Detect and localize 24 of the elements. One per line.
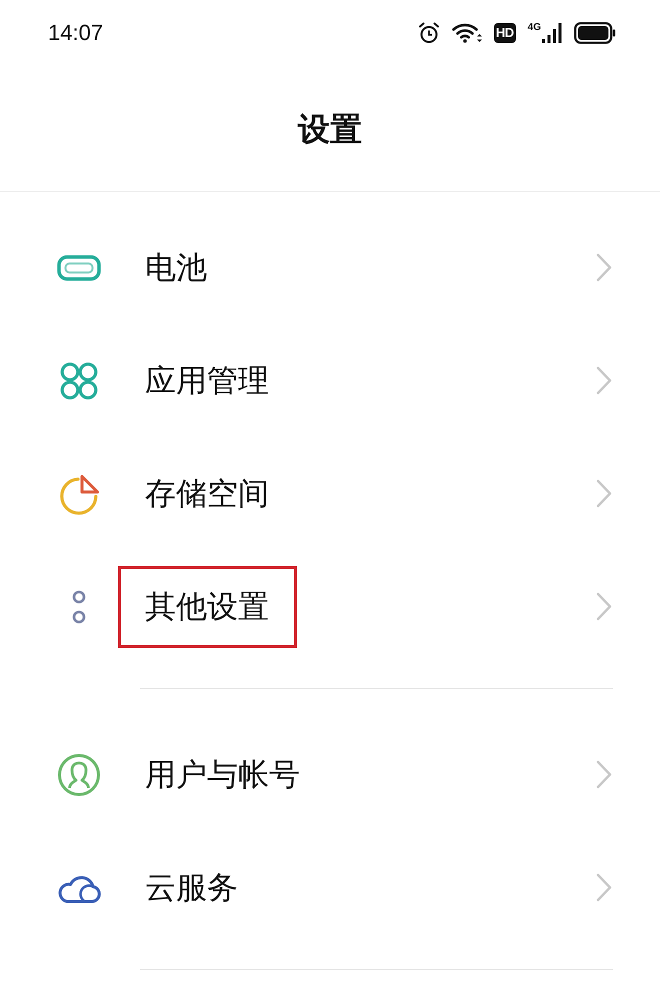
chevron-right-icon [596,873,612,902]
battery-status-icon [574,22,616,44]
two-dots-icon [72,590,86,624]
network-type-label: 4G [528,23,541,33]
chevron-right-icon [596,479,612,508]
hd-badge: HD [494,23,516,43]
settings-item-label[interactable]: 电池 [145,248,207,286]
page-title: 设置 [298,110,362,148]
status-time: 14:07 [48,20,104,46]
settings-item-label[interactable]: 存储空间 [145,474,269,512]
wifi-icon [452,23,482,43]
alarm-clock-icon [418,22,440,44]
four-circles-icon [60,362,98,400]
user-icon [57,752,101,796]
settings-item-label[interactable]: 云服务 [145,868,238,906]
chevron-right-icon [596,592,612,621]
settings-item-label[interactable]: 其他设置 [145,588,269,624]
battery-icon [57,254,101,280]
settings-item-label[interactable]: 用户与帐号 [145,756,300,794]
chevron-right-icon [596,253,612,282]
signal-bars-icon [542,23,562,43]
chevron-right-icon [596,760,612,789]
chevron-right-icon [596,366,612,395]
settings-item-label[interactable]: 应用管理 [145,362,269,400]
